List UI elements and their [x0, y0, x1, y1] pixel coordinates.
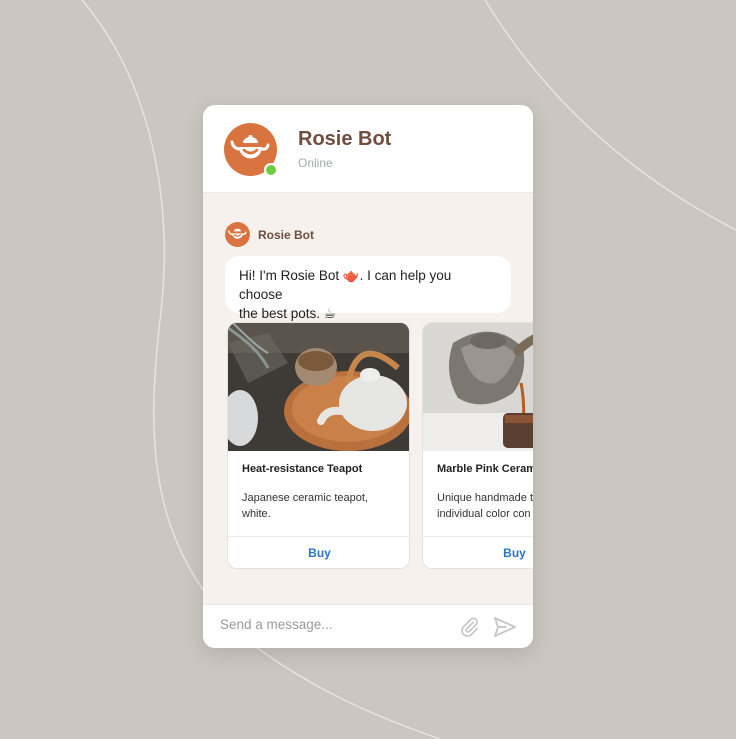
product-image-teapot: [228, 323, 409, 451]
message-text-line-2: the best pots. ☕: [239, 306, 336, 321]
product-card[interactable]: Heat-resistance Teapot Japanese ceramic …: [227, 322, 410, 569]
online-status-dot: [264, 163, 278, 177]
product-carousel[interactable]: Heat-resistance Teapot Japanese ceramic …: [227, 322, 533, 572]
product-description: Unique handmade t individual color con: [437, 490, 533, 522]
product-description-line-1: Unique handmade t: [437, 492, 533, 504]
buy-button[interactable]: Buy: [423, 537, 533, 568]
sender-name: Rosie Bot: [258, 228, 315, 242]
attach-icon[interactable]: [458, 616, 480, 638]
product-card[interactable]: Marble Pink Ceram Unique handmade t indi…: [422, 322, 533, 569]
send-icon[interactable]: [493, 616, 517, 638]
message-composer: Send a message...: [203, 604, 533, 648]
product-image-pouring-pot: [423, 323, 533, 451]
message-text-line-1: Hi! I'm Rosie Bot 🫖. I can help you choo…: [239, 268, 452, 302]
chat-header: Rosie Bot Online: [203, 105, 533, 193]
product-description-line-2: individual color con: [437, 508, 531, 520]
product-title: Marble Pink Ceram: [437, 463, 533, 475]
page-background: Rosie Bot Online Rosie Bot Hi! I'm Rosie…: [0, 0, 736, 739]
message-input[interactable]: Send a message...: [220, 617, 440, 632]
message-bubble: Hi! I'm Rosie Bot 🫖. I can help you choo…: [225, 256, 511, 321]
product-title: Heat-resistance Teapot: [242, 463, 363, 475]
bot-name: Rosie Bot: [298, 128, 392, 150]
sender-avatar: [225, 222, 250, 247]
buy-button[interactable]: Buy: [228, 537, 409, 568]
chat-widget: Rosie Bot Online Rosie Bot Hi! I'm Rosie…: [203, 105, 533, 648]
product-description: Japanese ceramic teapot, white.: [242, 490, 400, 522]
product-description-line-2: white.: [242, 508, 271, 520]
teapot-logo-icon: [228, 228, 247, 239]
bot-status: Online: [298, 156, 333, 170]
product-description-line-1: Japanese ceramic teapot,: [242, 492, 368, 504]
